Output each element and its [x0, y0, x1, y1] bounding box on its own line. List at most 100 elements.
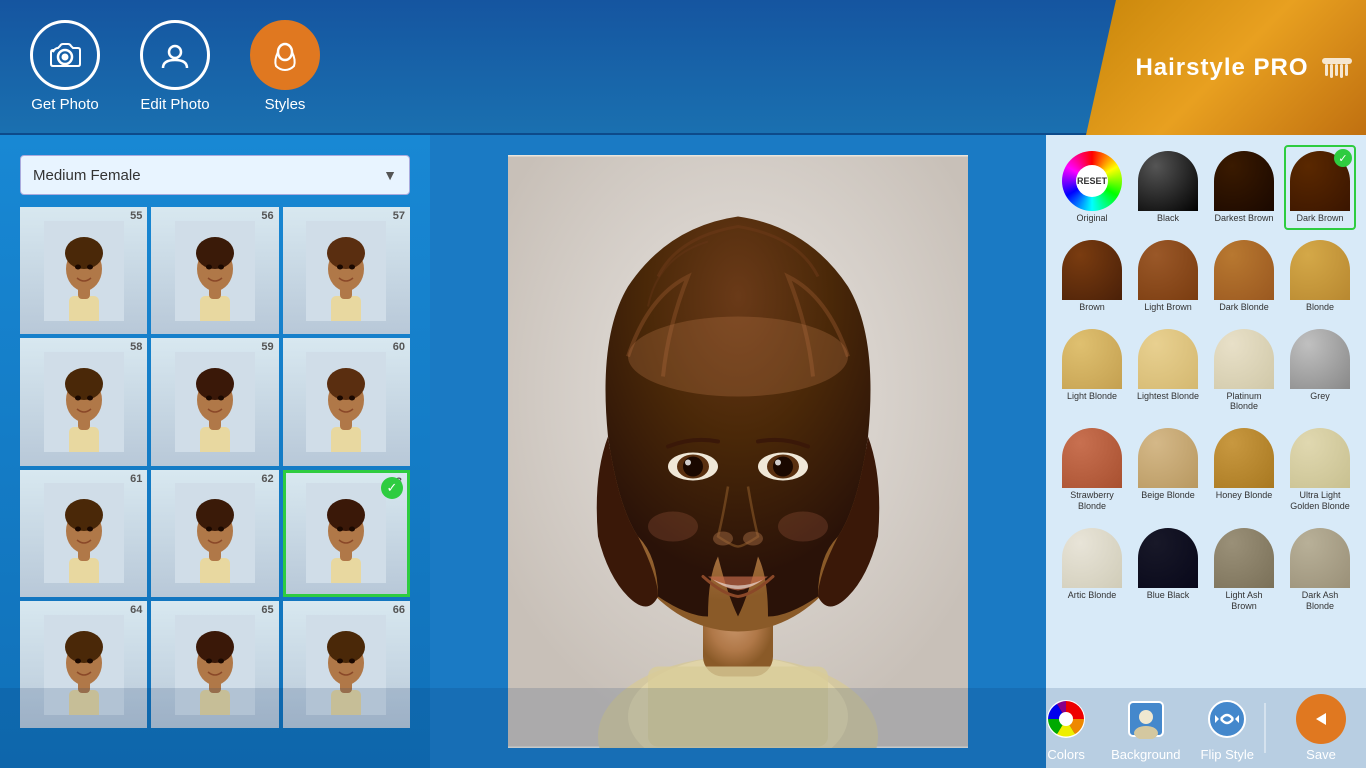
flip-style-label: Flip Style: [1201, 747, 1254, 762]
color-label-reset: Original: [1076, 213, 1107, 224]
style-thumbnail: [175, 221, 255, 321]
color-label-brown: Brown: [1079, 302, 1105, 313]
color-item-dark-blonde[interactable]: Dark Blonde: [1208, 234, 1280, 319]
style-item[interactable]: 58: [20, 338, 147, 465]
nav-label-get-photo: Get Photo: [31, 96, 99, 113]
color-item-lightest-blonde[interactable]: Lightest Blonde: [1132, 323, 1204, 419]
color-swatch-strawberry-blonde: [1062, 428, 1122, 488]
color-item-honey-blonde[interactable]: Honey Blonde: [1208, 422, 1280, 518]
color-label-light-brown: Light Brown: [1144, 302, 1192, 313]
style-item[interactable]: 60: [283, 338, 410, 465]
color-label-beige-blonde: Beige Blonde: [1141, 490, 1195, 501]
color-item-reset[interactable]: RESET Original: [1056, 145, 1128, 230]
color-item-light-ash-brown[interactable]: Light Ash Brown: [1208, 522, 1280, 618]
photo-face-svg: [508, 155, 968, 748]
style-item[interactable]: 55: [20, 207, 147, 334]
save-arrow-icon: [1301, 699, 1341, 739]
color-label-black: Black: [1157, 213, 1179, 224]
style-panel: Medium Female ▼ 5: [0, 135, 430, 768]
color-label-darkest-brown: Darkest Brown: [1214, 213, 1273, 224]
color-item-brown[interactable]: Brown: [1056, 234, 1128, 319]
style-item[interactable]: 62: [151, 470, 278, 597]
reset-swatch: RESET: [1062, 151, 1122, 211]
style-item[interactable]: 63 ✓: [283, 470, 410, 597]
color-item-ultra-light[interactable]: Ultra Light Golden Blonde: [1284, 422, 1356, 518]
color-swatch-blue-black: [1138, 528, 1198, 588]
style-item[interactable]: 59: [151, 338, 278, 465]
color-swatch-light-brown: [1138, 240, 1198, 300]
color-item-grey[interactable]: Grey: [1284, 323, 1356, 419]
color-swatch-black: [1138, 151, 1198, 211]
flip-icon-svg: [1207, 699, 1247, 739]
style-number: 58: [130, 341, 142, 353]
color-panel: RESET Original Black Darkest Brown Dark …: [1046, 135, 1366, 768]
color-item-platinum-blonde[interactable]: Platinum Blonde: [1208, 323, 1280, 419]
color-label-dark-brown: Dark Brown: [1296, 213, 1343, 224]
color-item-black[interactable]: Black: [1132, 145, 1204, 230]
colors-label: Colors: [1047, 747, 1085, 762]
style-thumbnail: [44, 221, 124, 321]
style-thumbnail: [306, 352, 386, 452]
nav-label-styles: Styles: [265, 96, 306, 113]
style-item[interactable]: 61: [20, 470, 147, 597]
logo-text: Hairstyle PRO: [1135, 54, 1308, 82]
app-logo: Hairstyle PRO: [1086, 0, 1366, 135]
photo-preview-panel: [430, 135, 1046, 768]
style-item[interactable]: 57: [283, 207, 410, 334]
color-label-dark-blonde: Dark Blonde: [1219, 302, 1269, 313]
nav-get-photo[interactable]: Get Photo: [30, 20, 100, 113]
color-item-darkest-brown[interactable]: Darkest Brown: [1208, 145, 1280, 230]
style-number: 55: [130, 210, 142, 222]
color-label-lightest-blonde: Lightest Blonde: [1137, 391, 1199, 402]
dropdown-chevron-icon: ▼: [383, 167, 397, 183]
save-button[interactable]: Save: [1296, 694, 1346, 762]
color-swatch-blonde: [1290, 240, 1350, 300]
color-item-artic-blonde[interactable]: Artic Blonde: [1056, 522, 1128, 618]
selected-checkmark: ✓: [381, 477, 403, 499]
color-label-grey: Grey: [1310, 391, 1330, 402]
footer-divider: [1264, 703, 1266, 753]
color-label-strawberry-blonde: Strawberry Blonde: [1060, 490, 1124, 512]
color-item-strawberry-blonde[interactable]: Strawberry Blonde: [1056, 422, 1128, 518]
colors-button[interactable]: Colors: [1041, 694, 1091, 762]
color-swatch-ultra-light: [1290, 428, 1350, 488]
color-label-dark-ash-blonde: Dark Ash Blonde: [1288, 590, 1352, 612]
color-selected-check: ✓: [1334, 149, 1352, 167]
nav-styles[interactable]: Styles: [250, 20, 320, 113]
color-swatch-dark-ash-blonde: [1290, 528, 1350, 588]
color-label-blue-black: Blue Black: [1147, 590, 1190, 601]
nav-edit-photo[interactable]: Edit Photo: [140, 20, 210, 113]
color-item-blonde[interactable]: Blonde: [1284, 234, 1356, 319]
color-item-blue-black[interactable]: Blue Black: [1132, 522, 1204, 618]
background-button[interactable]: Background: [1111, 694, 1180, 762]
dropdown-selected-value: Medium Female: [33, 167, 141, 184]
color-item-light-blonde[interactable]: Light Blonde: [1056, 323, 1128, 419]
style-number: 61: [130, 473, 142, 485]
comb-icon: [1317, 48, 1357, 88]
color-item-dark-brown[interactable]: Dark Brown ✓: [1284, 145, 1356, 230]
color-swatch-light-ash-brown: [1214, 528, 1274, 588]
color-swatch-brown: [1062, 240, 1122, 300]
color-item-beige-blonde[interactable]: Beige Blonde: [1132, 422, 1204, 518]
style-thumbnail: [175, 352, 255, 452]
color-label-blonde: Blonde: [1306, 302, 1334, 313]
style-number: 56: [261, 210, 273, 222]
style-number: 66: [393, 604, 405, 616]
color-swatch-platinum-blonde: [1214, 329, 1274, 389]
nav-label-edit-photo: Edit Photo: [140, 96, 209, 113]
footer-toolbar: Colors Background Flip Style: [0, 688, 1366, 768]
color-item-dark-ash-blonde[interactable]: Dark Ash Blonde: [1284, 522, 1356, 618]
save-icon: [1296, 694, 1346, 744]
style-category-dropdown[interactable]: Medium Female ▼: [20, 155, 410, 195]
flip-style-button[interactable]: Flip Style: [1201, 694, 1254, 762]
color-label-light-blonde: Light Blonde: [1067, 391, 1117, 402]
color-label-artic-blonde: Artic Blonde: [1068, 590, 1117, 601]
color-swatch-grey: [1290, 329, 1350, 389]
style-item[interactable]: 56: [151, 207, 278, 334]
color-item-light-brown[interactable]: Light Brown: [1132, 234, 1204, 319]
color-label-honey-blonde: Honey Blonde: [1216, 490, 1273, 501]
photo-container: [508, 155, 968, 748]
nav-icon-styles: [250, 20, 320, 90]
color-swatch-beige-blonde: [1138, 428, 1198, 488]
color-label-light-ash-brown: Light Ash Brown: [1212, 590, 1276, 612]
